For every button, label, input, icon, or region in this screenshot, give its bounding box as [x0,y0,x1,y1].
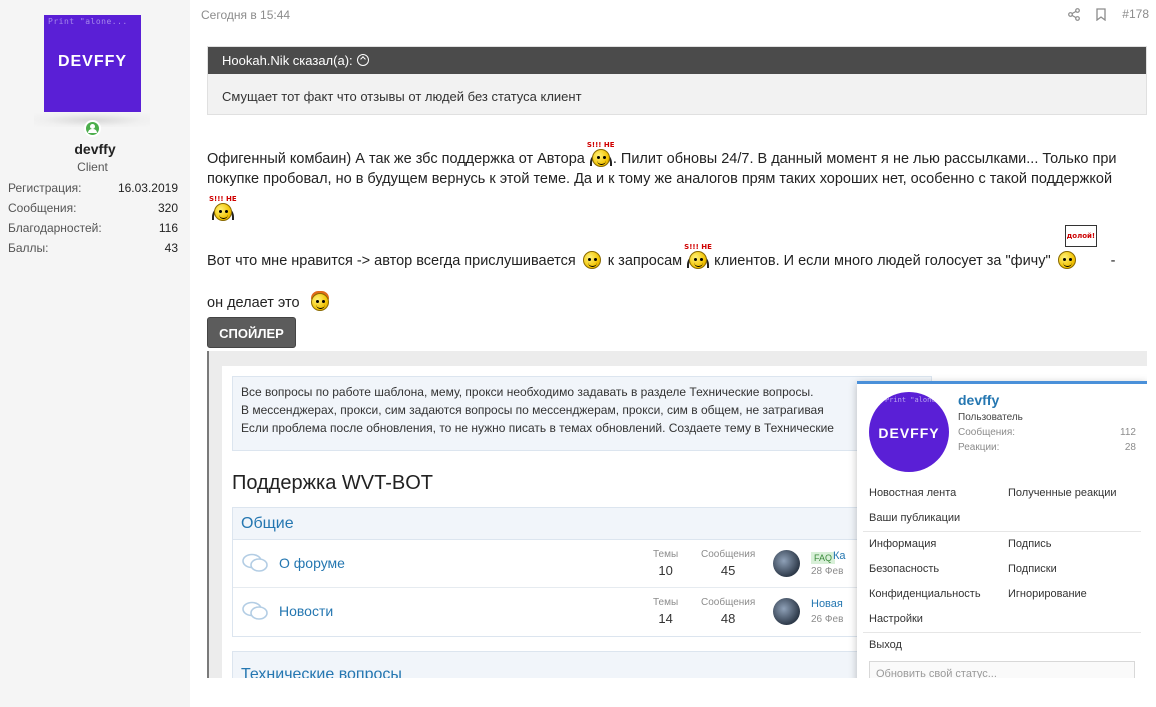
menu-link-reactions[interactable]: Полученные реакции [1008,481,1147,506]
menu-link-info[interactable]: Информация [869,532,1008,557]
user-avatar[interactable]: Print "alone... DEVFFY [44,15,141,112]
menu-link-settings[interactable]: Настройки [869,607,1015,632]
forum-post-page: Print "alone... DEVFFY devffy Client Рег… [0,0,1156,707]
menu-link-your-posts[interactable]: Ваши публикации [869,506,1015,531]
menu-user-role: Пользователь [958,412,1023,423]
last-thread-link[interactable]: Ка [833,550,846,562]
embedded-screenshot: Все вопросы по работе шаблона, мему, про… [222,366,1147,678]
status-input[interactable]: Обновить свой статус... [869,661,1135,678]
post-date[interactable]: Сегодня в 15:44 [201,8,290,22]
category-header-2[interactable]: Технические вопросы [232,651,932,678]
bookmark-icon[interactable] [1095,7,1107,21]
message-user-column: Print "alone... DEVFFY devffy Client Рег… [0,0,190,707]
last-poster-avatar[interactable] [773,598,800,625]
smile-headphones-icon: S!!! НЕ [682,243,712,269]
menu-links: Новостная лента Полученные реакции Ваши п… [857,481,1147,658]
menu-stat-messages: Сообщения: 112 [958,427,1136,438]
post-number-link[interactable]: #178 [1122,7,1149,21]
menu-link-privacy[interactable]: Конфиденциальность [869,582,1008,607]
stat-points: Баллы: 43 [8,241,178,255]
account-dropdown-menu: Print "alone... DEVFFY devffy Пользовате… [857,381,1147,678]
arrow-up-circle-icon[interactable] [356,54,369,66]
last-post-date: 28 Фев [811,566,844,577]
spoiler-button[interactable]: СПОЙЛЕР [207,317,296,348]
menu-link-ignoring[interactable]: Игнорирование [1008,582,1147,607]
avatar-top-text: Print "alone... [48,17,128,26]
forum-name[interactable]: О форуме [279,555,345,571]
menu-link-security[interactable]: Безопасность [869,557,1008,582]
category-header[interactable]: Общие [233,508,931,540]
smile-protest-sign-icon: долой! [1051,225,1098,269]
online-status-icon [84,120,101,137]
last-poster-avatar[interactable] [773,550,800,577]
quote-header[interactable]: Hookah.Nik сказал(а): [208,47,1146,74]
last-thread-link[interactable]: Новая [811,598,843,610]
smile-headphones-icon: S!!! НЕ [207,195,237,221]
menu-avatar[interactable]: Print "alone... DEVFFY [869,392,949,472]
spoiler-content-image: Все вопросы по работе шаблона, мему, про… [207,351,1147,678]
chat-bubbles-icon [242,601,268,620]
forum-row[interactable]: Новости Темы 14 Сообщения 48 Новая 26 Фев [233,588,931,636]
avatar-image: Print "alone... DEVFFY [44,15,141,112]
quote-block: Hookah.Nik сказал(а): Смущает тот факт ч… [207,46,1147,115]
message-paragraph-1: Офигенный комбаин) А так же збс поддержк… [207,141,1116,223]
menu-link-subscriptions[interactable]: Подписки [1008,557,1147,582]
notice-box: Все вопросы по работе шаблона, мему, про… [232,376,932,451]
share-icon[interactable] [1068,7,1081,21]
post-actions: #178 [1068,7,1149,21]
faq-badge: FAQ [811,552,836,564]
forum-name[interactable]: Новости [279,603,333,619]
threads-count: Темы 10 [653,549,679,578]
last-post-date: 26 Фев [811,614,844,625]
user-stats: Регистрация: 16.03.2019 Сообщения: 320 Бла… [8,178,178,258]
forum-row[interactable]: О форуме Темы 10 Сообщения 45 FAQ Ка 28 Фе… [233,540,931,588]
menu-link-news-feed[interactable]: Новостная лента [869,481,1008,506]
quote-author: Hookah.Nik сказал(а): [222,53,353,68]
menu-username[interactable]: devffy [958,392,999,408]
message-paragraph-2: Вот что мне нравится -> автор всегда при… [207,225,1115,313]
avatar-text: DEVFFY [57,53,128,70]
stat-thanks: Благодарностей: 116 [8,221,178,235]
menu-link-logout[interactable]: Выход [869,633,1015,658]
stat-messages: Сообщения: 320 [8,201,178,215]
username[interactable]: devffy [0,141,190,157]
chat-bubbles-icon [242,553,268,572]
threads-count: Темы 14 [653,597,679,626]
smile-headphones-icon: S!!! НЕ [585,141,615,167]
menu-link-signature[interactable]: Подпись [1008,532,1147,557]
posts-count: Сообщения 48 [701,597,756,626]
smile-worker-drill-icon [304,289,338,311]
forum-title: Поддержка WVT-BOT [232,472,433,494]
stat-registration: Регистрация: 16.03.2019 [8,181,178,195]
posts-count: Сообщения 45 [701,549,756,578]
quote-text: Смущает тот факт что отзывы от людей без… [222,89,582,104]
smile-listening-icon [576,247,604,269]
user-title: Client [77,160,108,174]
menu-stat-reactions: Реакции: 28 [958,442,1136,453]
category-block: Общие О форуме Темы 10 Сообщения 45 FAQ Ка… [232,507,932,637]
